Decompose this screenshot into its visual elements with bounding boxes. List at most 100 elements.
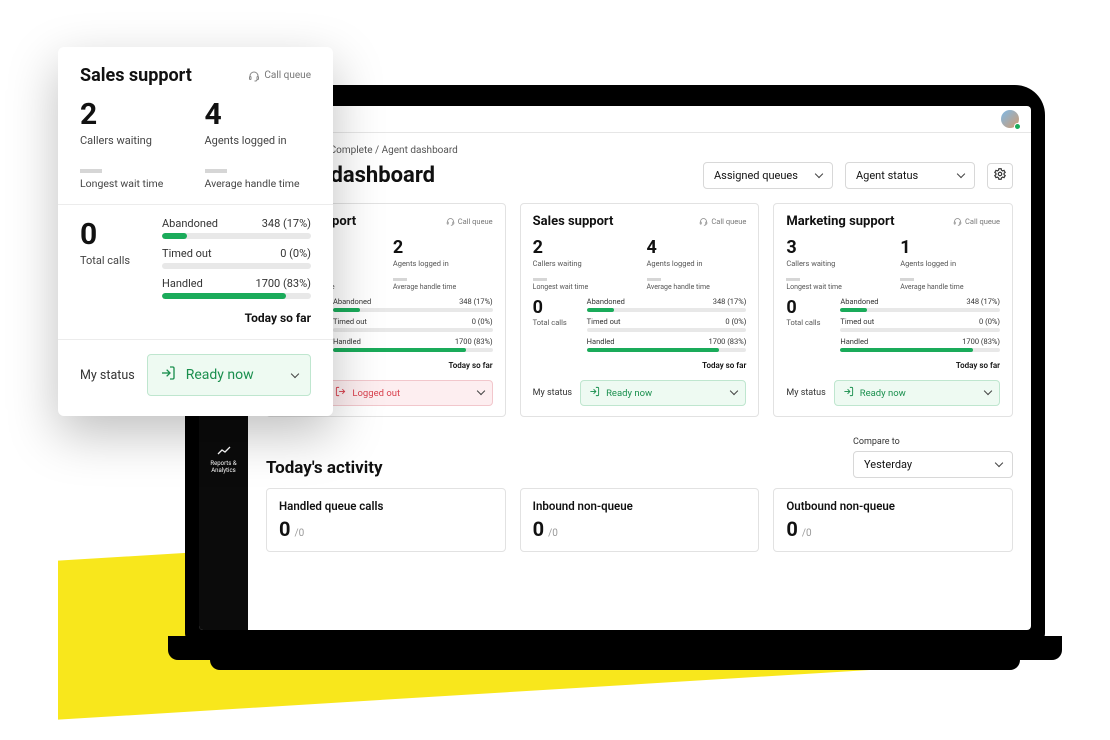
queue-card-title: Sales support xyxy=(80,65,248,86)
longest-wait-bar xyxy=(533,278,547,281)
activity-card-title: Inbound non-queue xyxy=(533,499,747,513)
breakdown-bar: Handled 1700 (83%) xyxy=(587,337,747,352)
activity-title: Today's activity xyxy=(266,458,837,478)
bar-value: 1700 (83%) xyxy=(709,337,747,346)
activity-card: Handled queue calls 0/0 xyxy=(266,488,506,552)
compare-dropdown[interactable]: Yesterday xyxy=(853,451,1013,478)
bar-value: 348 (17%) xyxy=(262,217,311,230)
breakdown-bar: Timed out 0 (0%) xyxy=(333,317,493,332)
assigned-queues-dropdown[interactable]: Assigned queues xyxy=(703,162,833,189)
my-status-label: My status xyxy=(786,388,825,398)
bar-track xyxy=(587,328,747,332)
breakdown-bar: Timed out 0 (0%) xyxy=(840,317,1000,332)
bar-label: Handled xyxy=(333,337,361,346)
bar-label: Abandoned xyxy=(333,297,371,306)
chevron-down-icon xyxy=(816,169,822,182)
activity-card-value: 0 xyxy=(533,517,544,541)
compare-value: Yesterday xyxy=(864,458,912,471)
divider xyxy=(58,204,333,205)
activity-card-value: 0 xyxy=(786,517,797,541)
bar-track xyxy=(162,293,311,299)
status-dropdown[interactable]: Ready now xyxy=(834,380,1000,406)
status-dropdown[interactable]: Ready now xyxy=(580,380,746,406)
agents-logged-in-value: 2 xyxy=(393,239,493,257)
my-status-label: My status xyxy=(80,368,135,383)
chevron-down-icon xyxy=(996,458,1002,471)
bar-value: 1700 (83%) xyxy=(455,337,493,346)
bar-label: Abandoned xyxy=(162,217,218,230)
divider xyxy=(58,339,333,340)
status-text: Ready now xyxy=(860,388,979,399)
bar-value: 1700 (83%) xyxy=(962,337,1000,346)
bar-track xyxy=(162,263,311,269)
bar-label: Timed out xyxy=(587,317,621,326)
avg-handle-bar xyxy=(647,278,661,281)
activity-card: Outbound non-queue 0/0 xyxy=(773,488,1013,552)
bar-value: 348 (17%) xyxy=(966,297,1000,306)
bar-fill xyxy=(840,308,867,312)
login-icon xyxy=(843,386,854,400)
sidebar-item-reports[interactable]: Reports & Analytics xyxy=(199,440,248,480)
agents-logged-in-label: Agents logged in xyxy=(205,134,312,147)
agents-logged-in-value: 4 xyxy=(647,239,747,257)
avg-handle-bar xyxy=(205,169,227,173)
breakdown-bar: Abandoned 348 (17%) xyxy=(840,297,1000,312)
total-calls-value: 0 xyxy=(80,217,148,252)
top-bar xyxy=(248,106,1031,133)
callers-waiting-label: Callers waiting xyxy=(80,134,187,147)
agent-status-label: Agent status xyxy=(856,169,918,182)
callers-waiting-label: Callers waiting xyxy=(786,259,886,268)
bar-label: Handled xyxy=(587,337,615,346)
zoomed-queue-card: Sales support Call queue 2 Callers waiti… xyxy=(58,47,333,416)
bar-label: Handled xyxy=(840,337,868,346)
breakdown-bar: Abandoned 348 (17%) xyxy=(587,297,747,312)
bar-track xyxy=(333,328,493,332)
bar-fill xyxy=(333,308,360,312)
agents-logged-in-label: Agents logged in xyxy=(647,259,747,268)
logout-icon xyxy=(335,386,346,400)
breakdown-bars: Abandoned 348 (17%) Timed out 0 (0%) Han… xyxy=(162,217,311,307)
longest-wait-bar xyxy=(786,278,800,281)
activity-card: Inbound non-queue 0/0 xyxy=(520,488,760,552)
bar-label: Timed out xyxy=(840,317,874,326)
bar-track xyxy=(840,348,1000,352)
bar-track xyxy=(333,348,493,352)
bar-label: Timed out xyxy=(162,247,212,260)
bar-track xyxy=(162,233,311,239)
call-queue-label: Call queue xyxy=(953,217,1000,226)
activity-card-title: Outbound non-queue xyxy=(786,499,1000,513)
main-area: GoTo Contact Complete / Agent dashboard … xyxy=(248,106,1031,630)
gear-icon xyxy=(993,166,1007,185)
queue-card-title: Sales support xyxy=(533,214,700,229)
laptop-foot xyxy=(210,660,1020,670)
sidebar-item-label-line1: Reports & xyxy=(210,460,236,467)
total-calls-label: Total calls xyxy=(786,318,830,327)
laptop-base xyxy=(168,636,1062,660)
bar-label: Abandoned xyxy=(840,297,878,306)
bar-track xyxy=(587,308,747,312)
breakdown-bar: Abandoned 348 (17%) xyxy=(162,217,311,239)
breadcrumb[interactable]: GoTo Contact Complete / Agent dashboard xyxy=(266,145,1013,156)
settings-button[interactable] xyxy=(987,163,1013,189)
activity-card-sub: /0 xyxy=(802,528,812,539)
agent-status-dropdown[interactable]: Agent status xyxy=(845,162,975,189)
bar-track xyxy=(333,308,493,312)
breakdown-bar: Timed out 0 (0%) xyxy=(587,317,747,332)
avatar[interactable] xyxy=(1001,110,1019,128)
status-dropdown[interactable]: Ready now xyxy=(147,354,311,396)
bar-fill xyxy=(840,348,973,352)
page-header: Agent dashboard Assigned queues Agent st… xyxy=(266,162,1013,189)
callers-waiting-value: 3 xyxy=(786,239,886,257)
longest-wait-label: Longest wait time xyxy=(533,283,633,291)
sidebar-item-label-line2: Analytics xyxy=(211,467,235,474)
avg-handle-label: Average handle time xyxy=(647,283,747,291)
my-status-label: My status xyxy=(533,388,572,398)
callers-waiting-value: 2 xyxy=(80,100,187,130)
status-dropdown[interactable]: Logged out xyxy=(326,380,492,406)
chevron-down-icon xyxy=(985,388,991,399)
agents-logged-in-value: 4 xyxy=(205,100,312,130)
compare-column: Compare to Yesterday xyxy=(853,437,1013,478)
chart-line-icon xyxy=(201,446,246,456)
compare-label: Compare to xyxy=(853,437,1013,447)
bar-value: 0 (0%) xyxy=(725,317,746,326)
